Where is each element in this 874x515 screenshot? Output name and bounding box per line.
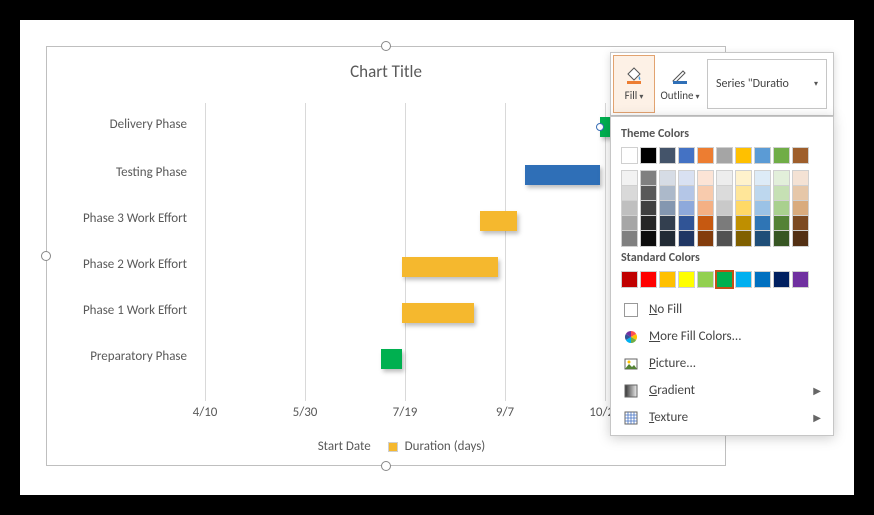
y-axis-label: Phase 2 Work Effort <box>37 257 187 272</box>
texture-fill-item[interactable]: Texture ▶ <box>621 404 823 431</box>
standard-color-row <box>621 271 823 288</box>
color-swatch[interactable] <box>754 147 771 164</box>
no-fill-icon <box>624 303 638 317</box>
submenu-arrow-icon: ▶ <box>813 384 821 397</box>
color-swatch[interactable] <box>773 147 790 164</box>
legend-swatch <box>388 442 398 452</box>
color-swatch[interactable] <box>716 230 733 247</box>
legend-entry: Duration (days) <box>405 439 486 454</box>
outline-button[interactable]: Outline▾ <box>657 53 703 115</box>
picture-fill-item[interactable]: Picture... <box>621 350 823 377</box>
chevron-down-icon: ▾ <box>639 92 643 102</box>
y-axis-label: Phase 1 Work Effort <box>37 303 187 318</box>
gridline <box>505 103 506 401</box>
gradient-label: radient <box>657 383 695 398</box>
color-swatch[interactable] <box>735 147 752 164</box>
no-fill-item[interactable]: No Fill <box>621 296 823 323</box>
color-swatch[interactable] <box>659 230 676 247</box>
paint-bucket-icon <box>625 66 643 87</box>
outline-label: Outline <box>660 89 693 102</box>
series-selector[interactable]: Series "Duratio ▾ <box>707 59 827 109</box>
series-selector-text: Series "Duratio <box>716 77 789 91</box>
color-swatch[interactable] <box>735 271 752 288</box>
gridline <box>305 103 306 401</box>
x-axis-label: 9/7 <box>496 405 514 420</box>
y-axis-label: Delivery Phase <box>37 117 187 132</box>
x-axis-label: 4/10 <box>193 405 218 420</box>
texture-label: exture <box>654 410 688 425</box>
color-swatch[interactable] <box>792 230 809 247</box>
mini-toolbar: Fill▾ Outline▾ Series "Duratio ▾ <box>610 52 834 116</box>
data-bar[interactable] <box>480 211 517 231</box>
color-swatch[interactable] <box>621 147 638 164</box>
no-fill-label: o Fill <box>657 302 682 317</box>
data-bar[interactable] <box>402 257 498 277</box>
color-swatch[interactable] <box>754 271 771 288</box>
gridline <box>205 103 206 401</box>
color-swatch[interactable] <box>678 271 695 288</box>
resize-handle[interactable] <box>381 41 391 51</box>
color-swatch[interactable] <box>621 271 638 288</box>
color-swatch[interactable] <box>678 147 695 164</box>
color-swatch[interactable] <box>697 147 714 164</box>
color-swatch[interactable] <box>640 147 657 164</box>
legend[interactable]: Start Date Duration (days) <box>47 439 725 454</box>
legend-entry: Start Date <box>318 439 371 454</box>
gradient-fill-item[interactable]: Gradient ▶ <box>621 377 823 404</box>
color-swatch[interactable] <box>640 230 657 247</box>
x-axis-label: 5/30 <box>293 405 318 420</box>
color-swatch[interactable] <box>640 271 657 288</box>
fill-label: Fill <box>625 89 638 102</box>
color-swatch[interactable] <box>621 230 638 247</box>
color-swatch[interactable] <box>678 230 695 247</box>
data-bar[interactable] <box>525 165 600 185</box>
y-axis-label: Preparatory Phase <box>37 349 187 364</box>
chevron-down-icon: ▾ <box>696 92 700 102</box>
fill-button[interactable]: Fill▾ <box>613 55 655 113</box>
legend-swatch <box>301 442 311 452</box>
more-fill-colors-item[interactable]: More Fill Colors... <box>621 323 823 350</box>
y-axis-label: Phase 3 Work Effort <box>37 211 187 226</box>
submenu-arrow-icon: ▶ <box>813 411 821 424</box>
gridline <box>405 103 406 401</box>
color-swatch[interactable] <box>716 271 733 288</box>
standard-colors-header: Standard Colors <box>621 251 823 265</box>
color-swatch[interactable] <box>773 230 790 247</box>
color-swatch[interactable] <box>735 230 752 247</box>
color-wheel-icon <box>623 330 639 344</box>
y-axis-label: Testing Phase <box>37 165 187 180</box>
picture-icon <box>623 357 639 371</box>
more-colors-label: ore Fill Colors... <box>660 329 741 344</box>
picture-label: icture... <box>656 356 696 371</box>
color-swatch[interactable] <box>792 271 809 288</box>
color-swatch[interactable] <box>659 271 676 288</box>
color-swatch[interactable] <box>716 147 733 164</box>
color-swatch[interactable] <box>754 230 771 247</box>
selection-marker <box>596 123 604 131</box>
x-axis-label: 7/19 <box>393 405 418 420</box>
theme-tint-grid <box>621 170 823 245</box>
y-axis-labels: Delivery Phase Testing Phase Phase 3 Wor… <box>53 103 203 401</box>
data-bar[interactable] <box>402 303 474 323</box>
color-swatch[interactable] <box>659 147 676 164</box>
pen-outline-icon <box>671 66 689 87</box>
color-swatch[interactable] <box>773 271 790 288</box>
color-swatch[interactable] <box>697 230 714 247</box>
fill-dropdown-menu: Theme Colors Standard Colors No Fill Mor… <box>610 116 834 436</box>
resize-handle[interactable] <box>381 461 391 471</box>
chevron-down-icon: ▾ <box>814 79 818 89</box>
theme-color-grid <box>621 147 823 164</box>
color-swatch[interactable] <box>792 147 809 164</box>
gradient-icon <box>623 384 639 398</box>
gridline <box>605 103 606 401</box>
color-swatch[interactable] <box>697 271 714 288</box>
app-frame: Chart Title Delivery Phase Testing Phase… <box>20 20 854 495</box>
data-bar[interactable] <box>381 349 402 369</box>
texture-icon <box>623 411 639 425</box>
theme-colors-header: Theme Colors <box>621 127 823 141</box>
